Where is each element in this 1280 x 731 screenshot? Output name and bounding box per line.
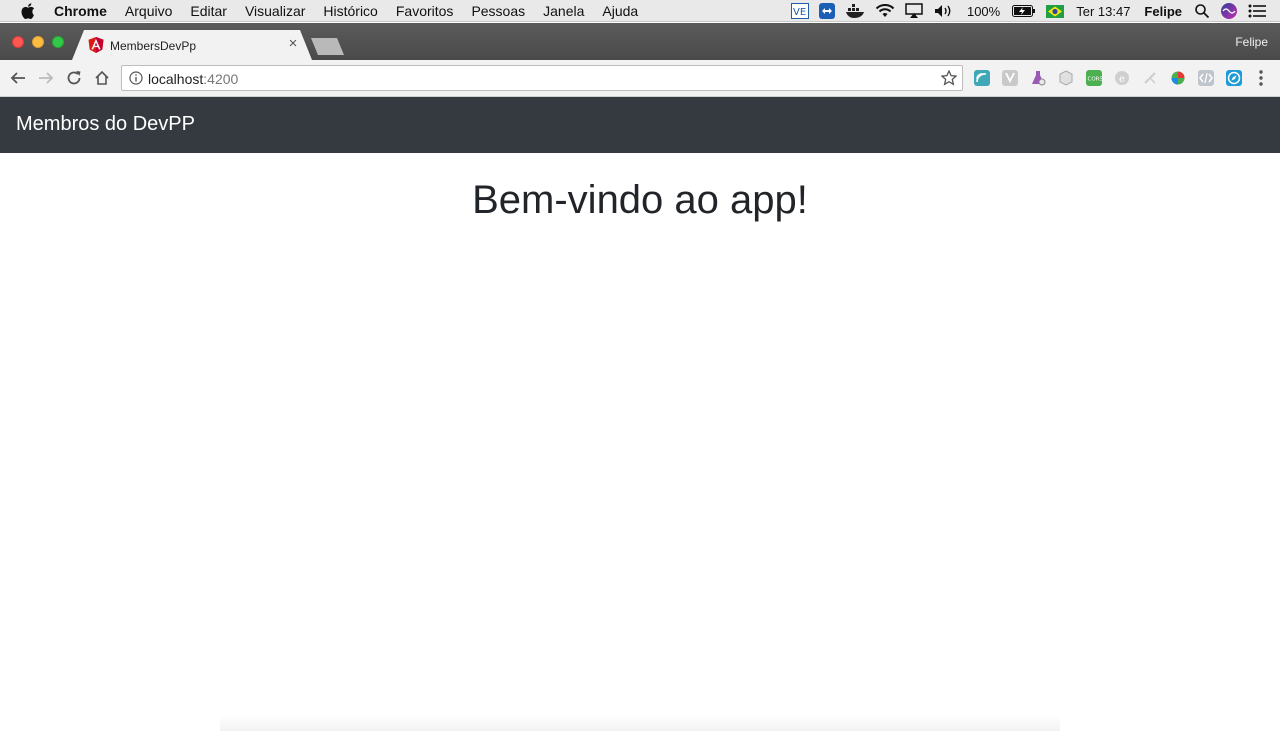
- code-icon[interactable]: [1198, 70, 1214, 86]
- vue-devtools-icon[interactable]: [1002, 70, 1018, 86]
- window-close-button[interactable]: [12, 36, 24, 48]
- apple-icon[interactable]: [18, 0, 38, 22]
- teamviewer-icon[interactable]: [818, 0, 835, 22]
- back-arrow-icon[interactable]: [8, 68, 28, 88]
- info-icon[interactable]: [129, 71, 143, 85]
- notification-center-icon[interactable]: [1248, 0, 1266, 22]
- macos-menu-bar: Chrome Arquivo Editar Visualizar Históri…: [0, 0, 1280, 22]
- ember-icon[interactable]: e: [1114, 70, 1130, 86]
- window-maximize-button[interactable]: [52, 36, 64, 48]
- url-host: localhost: [148, 71, 204, 87]
- forward-arrow-icon[interactable]: [36, 68, 56, 88]
- svg-text:e: e: [1119, 74, 1125, 85]
- lab-flask-icon[interactable]: [1030, 70, 1046, 86]
- svg-text:CORS: CORS: [1088, 77, 1103, 83]
- browser-toolbar: localhost:4200 CORS e: [0, 60, 1280, 97]
- menu-favoritos[interactable]: Favoritos: [387, 0, 463, 22]
- tab-strip: MembersDevPp × Felipe: [0, 23, 1280, 60]
- cube-icon[interactable]: [1058, 70, 1074, 86]
- spotlight-search-icon[interactable]: [1194, 0, 1210, 22]
- welcome-heading: Bem-vindo ao app!: [472, 178, 808, 222]
- wifi-icon[interactable]: [875, 0, 895, 22]
- battery-percent: 100%: [966, 3, 1001, 19]
- menu-editar[interactable]: Editar: [181, 0, 236, 22]
- svg-text:VE: VE: [793, 7, 806, 18]
- menu-pessoas[interactable]: Pessoas: [462, 0, 534, 22]
- address-bar[interactable]: localhost:4200: [121, 65, 963, 91]
- window-minimize-button[interactable]: [32, 36, 44, 48]
- menubar-user[interactable]: Felipe: [1144, 0, 1182, 22]
- home-icon[interactable]: [92, 68, 112, 88]
- siri-icon[interactable]: [1220, 0, 1238, 22]
- color-picker-icon[interactable]: [1170, 70, 1186, 86]
- compass-icon[interactable]: [1226, 70, 1242, 86]
- reload-icon[interactable]: [64, 68, 84, 88]
- url-text[interactable]: localhost:4200: [148, 71, 238, 87]
- airplay-icon[interactable]: [905, 0, 923, 22]
- browser-menu-icon[interactable]: [1254, 69, 1268, 87]
- puzzle-icon[interactable]: [1142, 70, 1158, 86]
- volume-icon[interactable]: [933, 0, 955, 22]
- cors-icon[interactable]: CORS: [1086, 70, 1103, 86]
- profile-name[interactable]: Felipe: [1235, 35, 1268, 49]
- bookmark-star-icon[interactable]: [940, 69, 958, 86]
- vscode-tray-icon[interactable]: VE: [790, 0, 809, 22]
- menu-arquivo[interactable]: Arquivo: [116, 0, 181, 22]
- docker-icon[interactable]: [845, 0, 865, 22]
- menu-ajuda[interactable]: Ajuda: [593, 0, 647, 22]
- menu-visualizar[interactable]: Visualizar: [236, 0, 314, 22]
- navbar-brand[interactable]: Membros do DevPP: [16, 113, 195, 136]
- brazil-flag-icon[interactable]: [1046, 0, 1065, 22]
- chromecast-icon[interactable]: [974, 70, 990, 86]
- bottom-shadow: [220, 715, 1060, 731]
- tab-close-icon[interactable]: ×: [286, 35, 300, 53]
- angular-icon: [88, 37, 104, 53]
- menu-app-name[interactable]: Chrome: [46, 0, 116, 22]
- clock[interactable]: Ter 13:47: [1076, 0, 1130, 22]
- status-tray: VE 100% Ter 13:47 Felipe: [786, 0, 1280, 22]
- url-port: :4200: [203, 71, 239, 87]
- menu-janela[interactable]: Janela: [534, 0, 593, 22]
- menu-historico[interactable]: Histórico: [314, 0, 386, 22]
- tab-title: MembersDevPp: [110, 39, 197, 53]
- app-navbar: Membros do DevPP: [0, 97, 1280, 153]
- new-tab-button[interactable]: [311, 38, 344, 55]
- battery-icon[interactable]: [1012, 0, 1036, 22]
